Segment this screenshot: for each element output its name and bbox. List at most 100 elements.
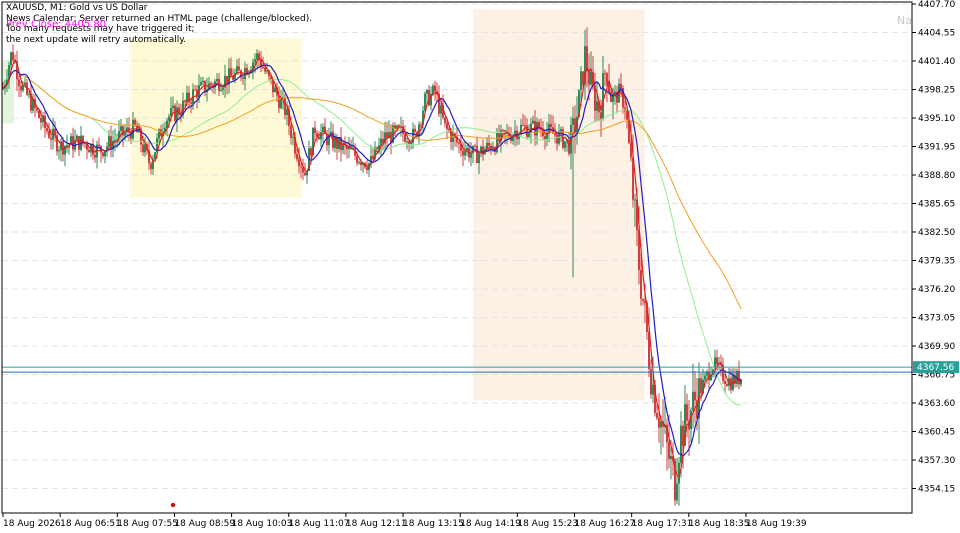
time-tick-label: 18 Aug 10:03 bbox=[232, 519, 293, 529]
candle-body bbox=[476, 146, 478, 164]
candle-body bbox=[738, 370, 740, 385]
candle-body bbox=[434, 85, 436, 92]
price-tick-label: 4376.20 bbox=[918, 285, 955, 295]
price-tick-label: 4407.70 bbox=[918, 0, 955, 10]
candle-body bbox=[256, 53, 258, 60]
candle-body bbox=[548, 123, 550, 132]
candle-body bbox=[726, 384, 728, 386]
candle-body bbox=[286, 109, 288, 115]
candle-body bbox=[650, 368, 652, 395]
candle-body bbox=[668, 442, 670, 460]
candle-body bbox=[474, 145, 476, 147]
price-tick-label: 4379.35 bbox=[918, 257, 955, 267]
candle-body bbox=[304, 172, 306, 176]
candle-body bbox=[572, 118, 574, 125]
candle-body bbox=[124, 132, 126, 136]
time-tick-label: 18 Aug 18:35 bbox=[689, 519, 750, 529]
candle-body bbox=[46, 128, 48, 132]
price-chart[interactable]: 4407.70 4404.55 4401.40 4398.25 4395.10 4391.… bbox=[0, 0, 960, 533]
session-boxes bbox=[2, 9, 645, 401]
price-tick-label: 4369.90 bbox=[918, 342, 955, 352]
candle-body bbox=[716, 357, 718, 365]
candle-body bbox=[652, 384, 654, 395]
candle-body bbox=[634, 199, 636, 201]
candle-body bbox=[640, 269, 642, 299]
price-tick-label: 4354.15 bbox=[918, 485, 955, 495]
candle-body bbox=[24, 82, 26, 85]
candle-body bbox=[564, 141, 566, 148]
candle-body bbox=[358, 162, 360, 164]
candle-body bbox=[580, 71, 582, 90]
current-price-label: 4367.56 bbox=[917, 363, 954, 373]
time-tick-label: 18 Aug 07:55 bbox=[117, 519, 178, 529]
candle-body bbox=[368, 163, 370, 170]
candle-body bbox=[76, 135, 78, 140]
price-tick-label: 4388.80 bbox=[918, 171, 955, 181]
candle-body bbox=[610, 91, 612, 102]
candle-body bbox=[110, 136, 112, 150]
candle-body bbox=[236, 66, 238, 74]
candle-body bbox=[20, 85, 22, 91]
candle-body bbox=[470, 153, 472, 158]
price-tick-label: 4373.05 bbox=[918, 314, 955, 324]
candle-body bbox=[190, 102, 192, 104]
prev-close-label: Prev Close: 4405.80 bbox=[6, 19, 107, 30]
candle-body bbox=[150, 163, 152, 169]
candle-body bbox=[254, 59, 256, 63]
candle-body bbox=[522, 125, 524, 127]
candle-body bbox=[550, 123, 552, 128]
candle-body bbox=[356, 155, 358, 163]
news-status-line-3: the next update will retry automatically… bbox=[6, 34, 187, 45]
candle-body bbox=[724, 380, 726, 385]
price-tick-label: 4404.55 bbox=[918, 29, 955, 39]
candle-body bbox=[274, 87, 276, 93]
time-tick-label: 18 Aug 11:07 bbox=[289, 519, 350, 529]
candle-body bbox=[292, 137, 294, 139]
candle-body bbox=[676, 483, 678, 501]
candle-body bbox=[230, 68, 232, 76]
candle-body bbox=[98, 144, 100, 147]
candle-body bbox=[440, 105, 442, 114]
candle-body bbox=[658, 418, 660, 428]
candle-body bbox=[58, 150, 60, 152]
candle-body bbox=[588, 71, 590, 85]
candle-body bbox=[168, 116, 170, 121]
candle-body bbox=[498, 133, 500, 142]
candle-body bbox=[176, 107, 178, 121]
price-tick-label: 4385.65 bbox=[918, 200, 955, 210]
candle-body bbox=[216, 78, 218, 82]
candle-body bbox=[310, 148, 312, 156]
time-tick-label: 18 Aug 19:39 bbox=[746, 519, 807, 529]
candle-body bbox=[606, 73, 608, 85]
candle-body bbox=[446, 123, 448, 129]
time-tick-label: 18 Aug 15:23 bbox=[517, 519, 578, 529]
candle-body bbox=[704, 375, 706, 380]
candle-body bbox=[502, 130, 504, 132]
candle-body bbox=[48, 131, 50, 138]
candle-body bbox=[524, 125, 526, 127]
candle-body bbox=[444, 117, 446, 124]
candle-body bbox=[210, 83, 212, 86]
candle-body bbox=[314, 127, 316, 134]
candle-body bbox=[602, 73, 604, 120]
candle-body bbox=[298, 159, 300, 167]
candle-body bbox=[458, 142, 460, 144]
candle-body bbox=[680, 425, 682, 463]
price-tick-label: 4401.40 bbox=[918, 57, 955, 67]
symbol-title: XAUUSD, M1: Gold vs US Dollar bbox=[6, 3, 148, 13]
price-tick-label: 4357.30 bbox=[918, 456, 955, 466]
event-dot bbox=[170, 502, 176, 508]
candle-body bbox=[404, 133, 406, 142]
candle-body bbox=[300, 166, 302, 168]
candle-body bbox=[290, 125, 292, 138]
candle-body bbox=[596, 101, 598, 111]
candle-body bbox=[242, 77, 244, 79]
candle-body bbox=[692, 391, 694, 411]
price-tick-label: 4398.25 bbox=[918, 86, 955, 96]
candle-body bbox=[604, 73, 606, 75]
candle-body bbox=[40, 118, 42, 123]
candle-body bbox=[296, 153, 298, 160]
price-tick-label: 4360.45 bbox=[918, 428, 955, 438]
candle-body bbox=[462, 150, 464, 156]
price-tick-label: 4363.60 bbox=[918, 399, 955, 409]
